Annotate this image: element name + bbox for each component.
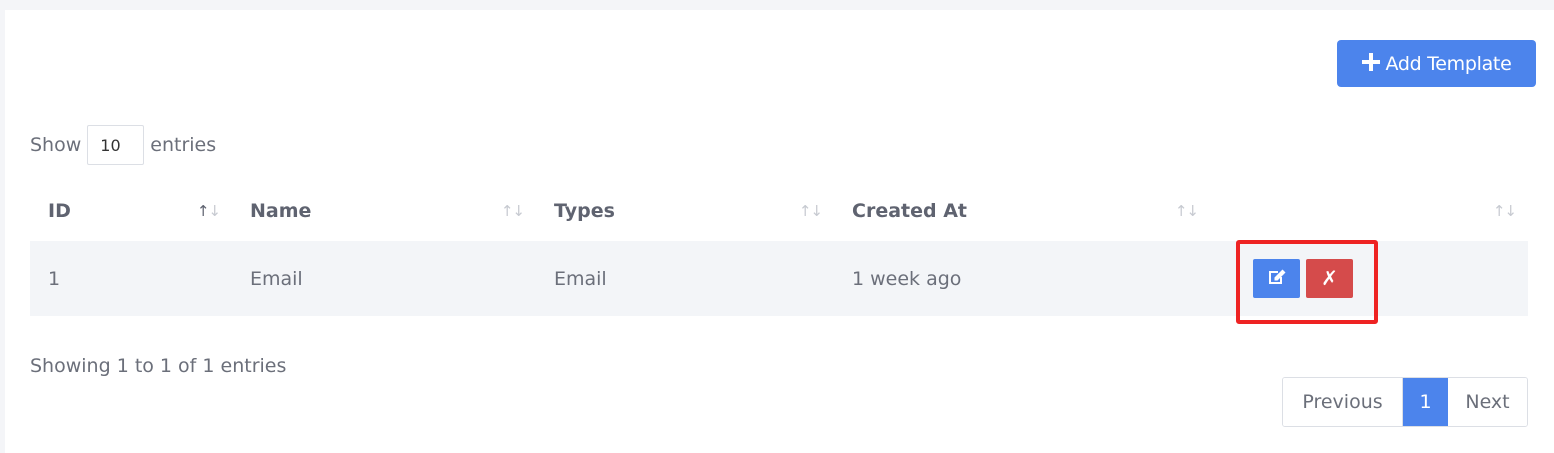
delete-button[interactable]: ✗ xyxy=(1306,259,1353,298)
page-1-button[interactable]: 1 xyxy=(1403,378,1448,426)
column-header-types[interactable]: Types ↑↓ xyxy=(536,181,834,241)
edit-icon xyxy=(1267,268,1287,289)
column-header-actions[interactable]: ↑↓ xyxy=(1210,181,1528,241)
cell-name: Email xyxy=(232,241,536,316)
cell-actions: ✗ xyxy=(1210,241,1528,316)
sort-icon: ↑↓ xyxy=(500,202,525,220)
plus-icon xyxy=(1361,51,1380,75)
entries-length-control: Show 10 entries xyxy=(30,125,216,165)
edit-button[interactable] xyxy=(1253,259,1300,298)
add-template-button[interactable]: Add Template xyxy=(1337,40,1536,87)
templates-table: ID ↑↓ Name ↑↓ Types ↑↓ Created At ↑↓ ↑↓ … xyxy=(30,181,1528,316)
entries-label: entries xyxy=(150,134,217,156)
sort-icon: ↑↓ xyxy=(1492,202,1517,220)
add-template-label: Add Template xyxy=(1385,52,1512,75)
previous-page-button[interactable]: Previous xyxy=(1283,378,1403,426)
table-header-row: ID ↑↓ Name ↑↓ Types ↑↓ Created At ↑↓ ↑↓ xyxy=(30,181,1528,241)
next-page-button[interactable]: Next xyxy=(1448,378,1527,426)
show-label: Show xyxy=(30,134,82,156)
table-row: 1 Email Email 1 week ago ✗ xyxy=(30,241,1528,316)
sort-icon: ↑↓ xyxy=(196,202,221,220)
column-header-id[interactable]: ID ↑↓ xyxy=(30,181,232,241)
row-actions: ✗ xyxy=(1253,259,1353,298)
cell-id: 1 xyxy=(30,241,232,316)
column-header-name[interactable]: Name ↑↓ xyxy=(232,181,536,241)
cell-created-at: 1 week ago xyxy=(834,241,1210,316)
table-info: Showing 1 to 1 of 1 entries xyxy=(30,355,287,377)
pagination: Previous 1 Next xyxy=(1282,377,1528,427)
sort-icon: ↑↓ xyxy=(1174,202,1199,220)
close-icon: ✗ xyxy=(1321,268,1338,290)
cell-type: Email xyxy=(536,241,834,316)
entries-per-page-select[interactable]: 10 xyxy=(87,125,145,165)
column-header-created-at[interactable]: Created At ↑↓ xyxy=(834,181,1210,241)
sort-icon: ↑↓ xyxy=(798,202,823,220)
